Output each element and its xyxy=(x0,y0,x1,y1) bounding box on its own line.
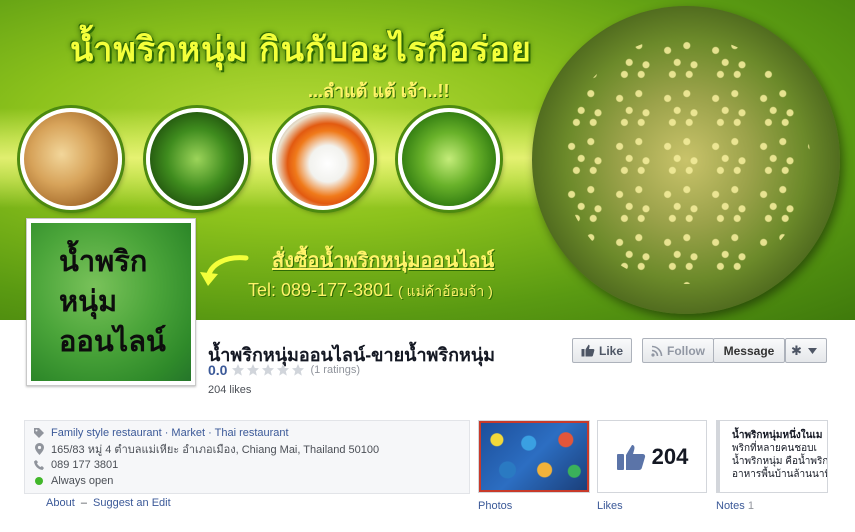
photos-app-label[interactable]: Photos xyxy=(478,500,512,512)
thumbs-up-icon xyxy=(581,344,595,357)
cover-phone-number: Tel: 089-177-3801 xyxy=(248,280,394,300)
like-button[interactable]: Like xyxy=(572,338,632,363)
category-row[interactable]: Family style restaurant · Market · Thai … xyxy=(33,425,469,441)
notes-preview-line: อาหารพื้นบ้านล้านนาที่ xyxy=(732,469,828,480)
star-icon[interactable] xyxy=(231,363,245,377)
cover-title: น้ำพริกหนุ่ม กินกับอะไรก็อร่อย xyxy=(70,31,532,69)
notes-preview-line: พริกที่หลายคนชอบเ xyxy=(732,443,817,454)
chili-dip-bowl-image xyxy=(532,6,840,314)
notes-preview-line: น้ำพริกหนุ่ม คือน้ำพริก xyxy=(732,456,828,467)
suggest-edit-link[interactable]: Suggest an Edit xyxy=(93,497,171,509)
star-icon[interactable] xyxy=(291,363,305,377)
mint-image xyxy=(146,108,248,210)
link-separator: – xyxy=(80,497,87,509)
hours-row: Always open xyxy=(33,473,469,489)
follow-button[interactable]: Follow xyxy=(642,338,714,363)
notes-app-count: 1 xyxy=(747,500,754,512)
order-online-text: สั่งซื้อน้ำพริกหนุ่มออนไลน์ xyxy=(272,250,495,272)
likes-count: 204 likes xyxy=(208,384,252,396)
cover-phone: Tel: 089-177-3801 ( แม่ค้าอ้อมจ้า ) xyxy=(248,280,493,303)
message-button-label: Message xyxy=(723,343,775,358)
address-text[interactable]: 165/83 หมู่ 4 ตำบลแม่เหียะ อำเภอเมือง, C… xyxy=(51,440,379,458)
pork-rind-image xyxy=(20,108,122,210)
hours-text: Always open xyxy=(51,475,114,487)
open-status-icon xyxy=(35,477,43,485)
message-button[interactable]: Message xyxy=(713,338,785,363)
star-icon[interactable] xyxy=(261,363,275,377)
photos-app-thumbnail[interactable] xyxy=(478,420,590,493)
coriander-image xyxy=(398,108,500,210)
rating-value: 0.0 xyxy=(208,362,228,378)
likes-app-thumbnail[interactable]: 204 xyxy=(597,420,707,493)
profile-picture[interactable]: น้ำพริก หนุ่ม ออนไลน์ xyxy=(26,218,196,386)
chevron-down-icon xyxy=(807,347,817,354)
notes-preview-line: น้ำพริกหนุ่มหนึ่งในเม xyxy=(732,430,823,441)
egg-image xyxy=(272,108,374,210)
phone-icon xyxy=(33,459,45,471)
settings-menu-button[interactable]: ✱ xyxy=(785,338,827,363)
rating-row: 0.0 (1 ratings) xyxy=(208,362,360,378)
thumbs-up-icon xyxy=(616,444,645,470)
tag-icon xyxy=(33,427,45,439)
profile-text-line2: หนุ่ม xyxy=(59,286,118,318)
likes-app-label[interactable]: Likes xyxy=(597,500,623,512)
phone-row: 089 177 3801 xyxy=(33,457,469,473)
like-button-label: Like xyxy=(598,343,623,358)
cover-subtitle: ...ลำแต้ แต้ เจ้า..!! xyxy=(308,81,450,101)
notes-app-thumbnail[interactable]: น้ำพริกหนุ่มหนึ่งในเม พริกที่หลายคนชอบเ … xyxy=(716,420,828,493)
likes-app-count: 204 xyxy=(651,443,689,469)
notes-app-label-text: Notes xyxy=(716,500,745,512)
about-links: About – Suggest an Edit xyxy=(46,497,171,509)
gear-icon: ✱ xyxy=(791,342,802,358)
cover-phone-note: ( แม่ค้าอ้อมจ้า ) xyxy=(398,283,493,299)
category-text[interactable]: Family style restaurant · Market · Thai … xyxy=(51,427,289,439)
star-icon[interactable] xyxy=(276,363,290,377)
about-link[interactable]: About xyxy=(46,497,75,509)
curved-arrow-icon xyxy=(200,255,249,286)
address-row[interactable]: 165/83 หมู่ 4 ตำบลแม่เหียะ อำเภอเมือง, C… xyxy=(33,441,469,457)
notes-app-label[interactable]: Notes 1 xyxy=(716,500,754,512)
profile-text-line1: น้ำพริก xyxy=(59,246,148,278)
phone-text: 089 177 3801 xyxy=(51,459,119,471)
rss-icon xyxy=(651,345,663,357)
follow-button-label: Follow xyxy=(667,343,705,358)
page-root: { "cover": { "title": "น้ำพริกหนุ่ม กินก… xyxy=(0,0,855,532)
ratings-count[interactable]: (1 ratings) xyxy=(310,364,360,376)
location-pin-icon xyxy=(33,443,45,455)
star-icon[interactable] xyxy=(246,363,260,377)
profile-text-line3: ออนไลน์ xyxy=(59,326,166,358)
about-section: Family style restaurant · Market · Thai … xyxy=(24,420,470,494)
